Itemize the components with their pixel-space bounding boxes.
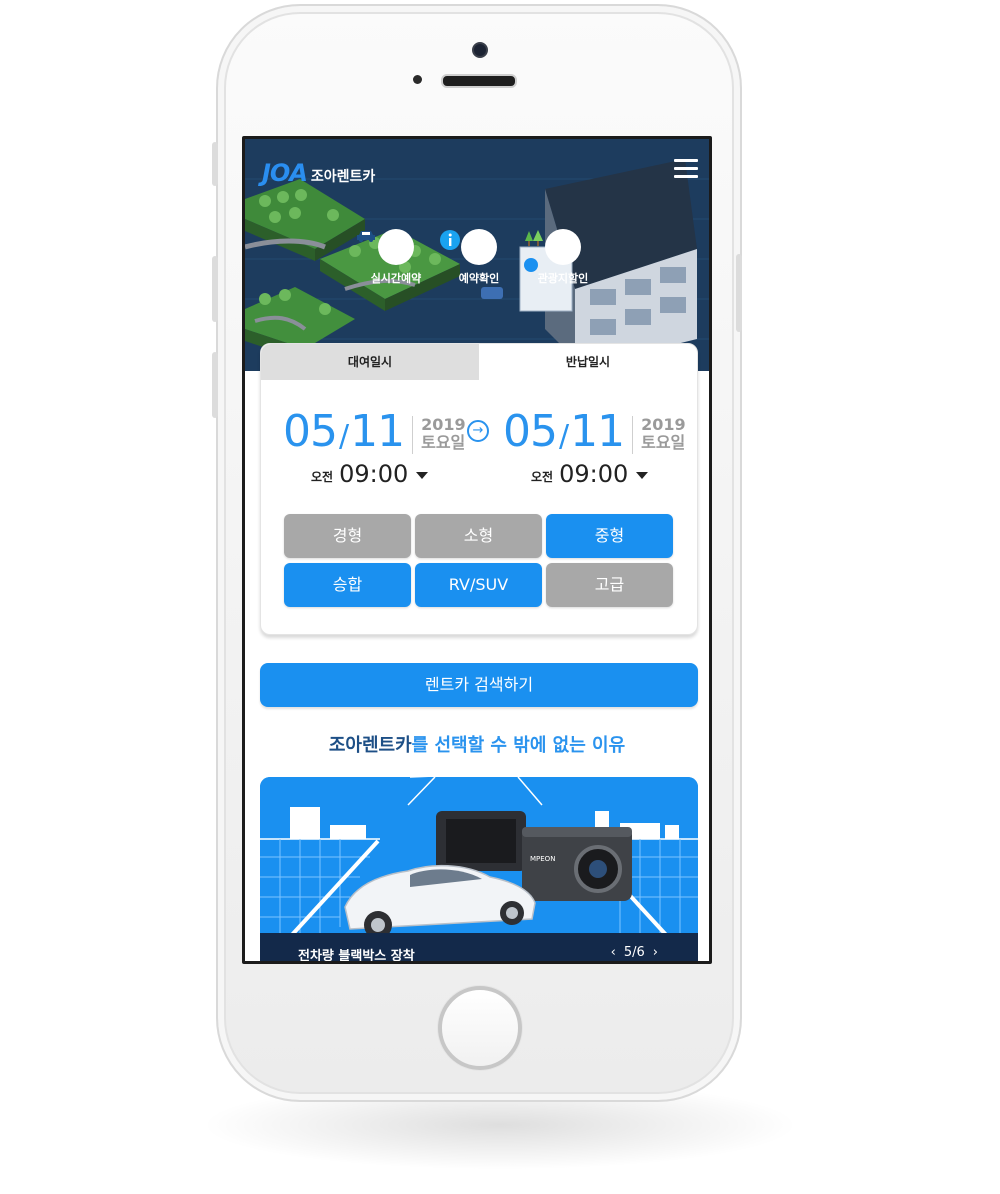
pickup-year: 2019 [421, 414, 466, 434]
reason-heading: 조아렌트카를 선택할 수 밖에 없는 이유 [245, 731, 709, 757]
brand-logo[interactable]: JOA 조아렌트카 [262, 159, 375, 187]
return-weekday: 토요일 [641, 432, 686, 452]
logo-text: 조아렌트카 [310, 169, 376, 185]
home-button[interactable] [438, 986, 522, 1070]
banner-page-indicator: 5/6 [623, 945, 645, 960]
return-date[interactable]: 05/11 2019 토요일 [503, 408, 686, 461]
volume-up-button [212, 256, 218, 322]
category-compact-button[interactable]: 경형 [284, 514, 411, 558]
quick-link-label: 관광지할인 [537, 272, 589, 285]
return-ampm: 오전 [531, 469, 554, 484]
pickup-date-value: 05/11 [283, 406, 405, 457]
category-midsize-button[interactable]: 중형 [546, 514, 673, 558]
power-button [736, 254, 742, 332]
hero-header: JOA 조아렌트카 실시간예약 예약확인 관광지할인 [245, 139, 709, 371]
pickup-weekday: 토요일 [421, 432, 466, 452]
quick-link-label: 예약확인 [458, 272, 500, 285]
feature-banner[interactable]: MPEON 전차량 블랙박스 장착 ‹ 5/6 › [260, 777, 698, 961]
pickup-month: 05 [283, 406, 338, 457]
return-day: 11 [570, 406, 625, 457]
dashcam-brand: MPEON [530, 855, 555, 863]
return-time: 09:00 [559, 460, 629, 488]
pickup-time-select[interactable]: 오전 09:00 [311, 460, 429, 488]
mute-switch [212, 142, 218, 186]
booking-card: 대여일시 반납일시 05/11 2019 토요일 → 05/11 2019 토요… [260, 343, 698, 635]
quick-link-tour-discount[interactable]: 관광지할인 [523, 229, 603, 286]
front-camera [472, 42, 488, 58]
tab-pickup-datetime[interactable]: 대여일시 [261, 344, 479, 380]
category-van-button[interactable]: 승합 [284, 563, 411, 607]
arrow-right-circle-icon: → [467, 420, 489, 442]
app-viewport: JOA 조아렌트카 실시간예약 예약확인 관광지할인 대여일시 반납일시 05/… [245, 139, 709, 961]
chevron-down-icon [416, 471, 429, 479]
category-small-button[interactable]: 소형 [415, 514, 542, 558]
reason-brand: 조아렌트카 [328, 735, 412, 756]
hamburger-menu-icon[interactable] [674, 159, 698, 181]
logo-mark: JOA [262, 159, 308, 187]
reason-text: 를 선택할 수 밖에 없는 이유 [411, 735, 626, 756]
chevron-left-icon[interactable]: ‹ [611, 945, 616, 960]
pickup-ampm: 오전 [311, 469, 334, 484]
volume-down-button [212, 352, 218, 418]
chevron-down-icon [636, 471, 649, 479]
car-category-grid: 경형 소형 중형 승합 RV/SUV 고급 [284, 514, 676, 607]
chevron-right-icon[interactable]: › [653, 945, 658, 960]
banner-caption: 전차량 블랙박스 장착 [298, 949, 415, 961]
pickup-time: 09:00 [339, 460, 409, 488]
car-icon [357, 229, 414, 265]
info-icon [440, 229, 497, 265]
return-year: 2019 [641, 414, 686, 434]
date-tabs: 대여일시 반납일시 [261, 344, 697, 380]
quick-link-label: 실시간예약 [370, 272, 422, 285]
trees-icon [525, 229, 581, 265]
search-rentcar-button[interactable]: 렌트카 검색하기 [260, 663, 698, 707]
pickup-day: 11 [350, 406, 405, 457]
banner-caption-bar: 전차량 블랙박스 장착 ‹ 5/6 › [260, 933, 698, 961]
return-month: 05 [503, 406, 558, 457]
return-date-meta: 2019 토요일 [632, 414, 686, 454]
banner-pager: ‹ 5/6 › [607, 945, 662, 960]
pickup-date-meta: 2019 토요일 [412, 414, 466, 454]
phone-screen: JOA 조아렌트카 실시간예약 예약확인 관광지할인 대여일시 반납일시 05/… [242, 136, 712, 964]
pickup-date[interactable]: 05/11 2019 토요일 [283, 408, 466, 461]
proximity-sensor [413, 75, 422, 84]
quick-link-check-booking[interactable]: 예약확인 [439, 229, 519, 286]
return-time-select[interactable]: 오전 09:00 [531, 460, 649, 488]
earpiece-speaker [441, 74, 517, 88]
tab-return-datetime[interactable]: 반납일시 [479, 344, 697, 380]
category-rv-suv-button[interactable]: RV/SUV [415, 563, 542, 607]
quick-link-realtime-booking[interactable]: 실시간예약 [356, 229, 436, 286]
category-luxury-button[interactable]: 고급 [546, 563, 673, 607]
return-date-value: 05/11 [503, 406, 625, 457]
